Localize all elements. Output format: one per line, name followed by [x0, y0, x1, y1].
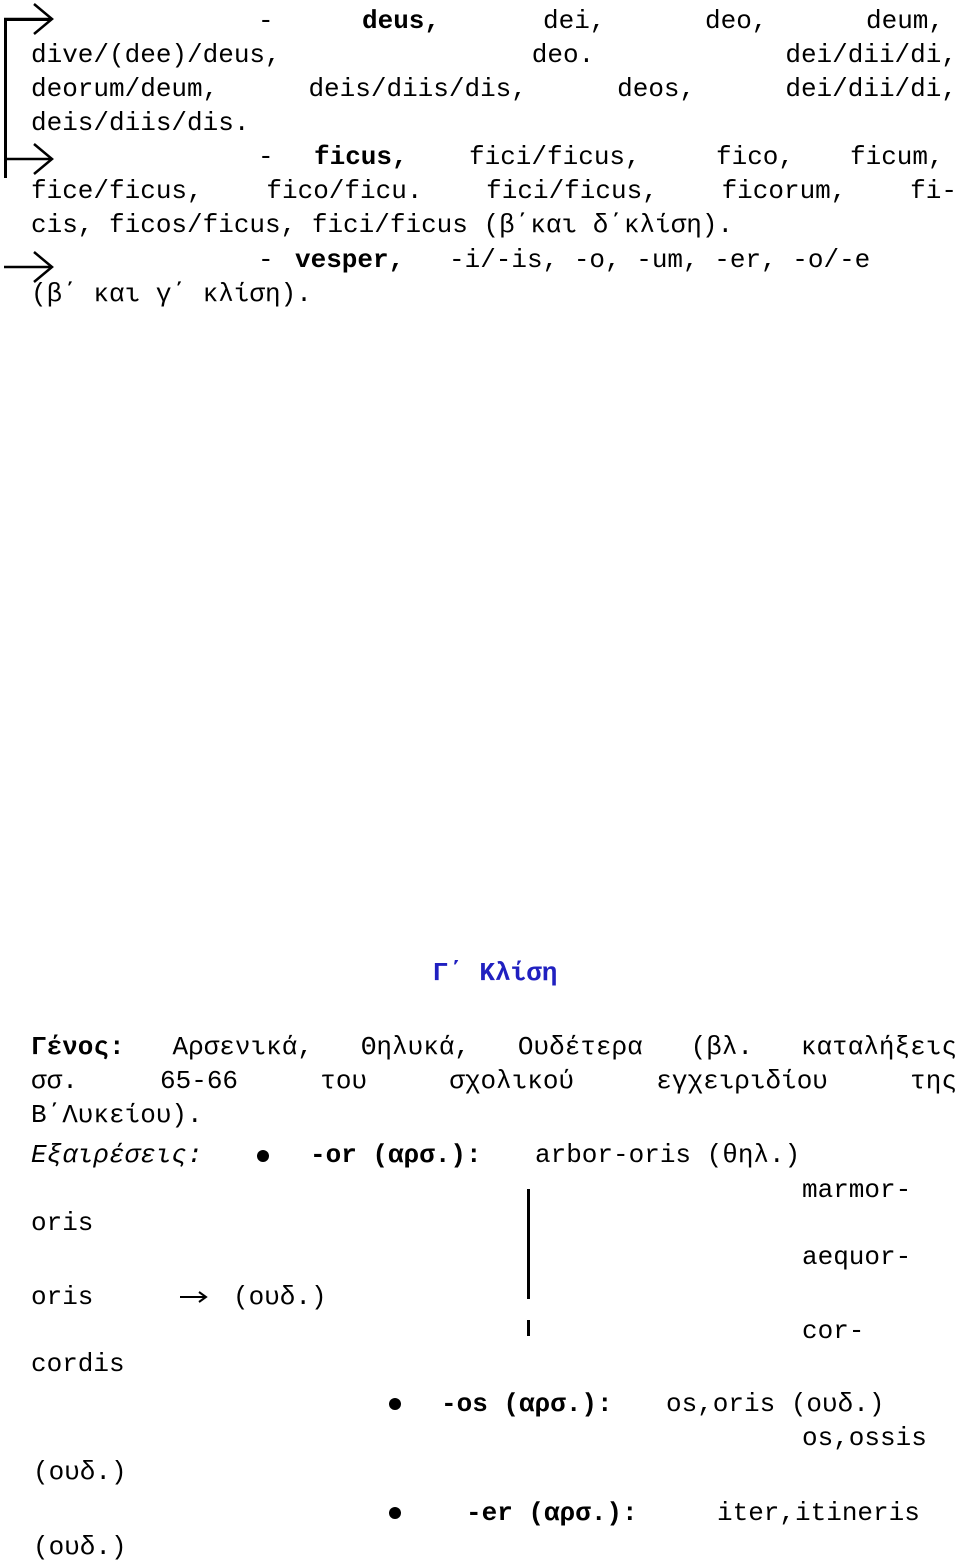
section-heading: Γ΄ Κλίση — [432, 958, 558, 988]
word-aequor: aequor- — [802, 1242, 912, 1272]
genos-line-2: σσ. 65-66 του σχολικού εγχειριδίου της — [31, 1064, 957, 1098]
headword-deus: deus, — [362, 6, 441, 36]
form: dive/(dee)/deus, — [31, 40, 281, 70]
headword-vesper: vesper, — [295, 245, 405, 275]
deus-line-4: deis/diis/dis. — [31, 108, 250, 138]
headword-ficus: ficus, — [314, 142, 408, 172]
text: του — [320, 1066, 368, 1096]
form: dei, — [543, 6, 606, 36]
word-cordis: cordis — [31, 1349, 125, 1379]
dash: - — [258, 6, 274, 36]
ficus-line-2: fice/ficus, fico/ficu. fici/ficus, ficor… — [31, 174, 957, 208]
word-oris: oris — [31, 1208, 94, 1238]
form: fici/ficus, — [486, 176, 658, 206]
arrow-right-icon — [180, 1291, 208, 1303]
dash: - — [258, 142, 274, 172]
neuter-label: (ουδ.) — [33, 1532, 127, 1562]
vertical-divider-line — [527, 1320, 530, 1336]
text: Θηλυκά, — [360, 1032, 471, 1062]
neuter-label: (ουδ.) — [33, 1457, 127, 1487]
example-arbor: arbor-oris (θηλ.) — [535, 1140, 801, 1170]
form: deo. — [531, 40, 595, 70]
form: fice/ficus, — [31, 176, 203, 206]
bullet-icon — [257, 1150, 269, 1162]
word-marmor: marmor- — [802, 1175, 912, 1205]
neuter-label: (ουδ.) — [233, 1282, 327, 1312]
genos-label: Γένος: — [31, 1032, 125, 1062]
text: σχολικού — [449, 1066, 575, 1096]
exceptions-label: Εξαιρέσεις: — [31, 1140, 203, 1170]
form: deorum/deum, — [31, 74, 219, 104]
text: καταλήξεις — [800, 1032, 957, 1062]
form: deum, — [866, 6, 945, 36]
ending-or: -or (αρσ.): — [310, 1140, 482, 1170]
form: dei/dii/di, — [785, 40, 957, 70]
form: deos, — [617, 74, 696, 104]
form: fico, — [716, 142, 795, 172]
vesper-forms: -i/-is, -o, -um, -er, -o/-e — [449, 245, 871, 275]
form: deis/diis/dis, — [308, 74, 527, 104]
vesper-line-2: (β΄ και γ΄ κλίση). — [31, 279, 312, 309]
ending-er: -er (αρσ.): — [466, 1498, 638, 1528]
bullet-icon — [389, 1507, 401, 1519]
text: σσ. — [31, 1066, 78, 1096]
form: fi- — [910, 176, 957, 206]
text: εγχειριδίου — [656, 1066, 828, 1096]
text: της — [910, 1066, 957, 1096]
text: Ουδέτερα — [517, 1032, 643, 1062]
ending-os: -os (αρσ.): — [441, 1389, 613, 1419]
text: Αρσενικά, — [172, 1032, 313, 1062]
form: dei/dii/di, — [785, 74, 957, 104]
word-cor: cor- — [802, 1316, 865, 1346]
bullet-icon — [389, 1398, 401, 1410]
deus-line-2: dive/(dee)/deus, deo. dei/dii/di, — [31, 38, 957, 72]
dash: - — [258, 245, 274, 275]
text: (βλ. — [690, 1032, 754, 1062]
word-oris: oris — [31, 1282, 94, 1312]
form: fico/ficu. — [266, 176, 423, 206]
example-iter: iter,itineris — [717, 1498, 920, 1528]
genos-line-3: Β΄Λυκείου). — [31, 1100, 203, 1130]
example-os-oris: os,oris (ουδ.) — [666, 1389, 885, 1419]
deus-line-3: deorum/deum, deis/diis/dis, deos, dei/di… — [31, 72, 957, 106]
vertical-divider-line — [527, 1189, 530, 1299]
form: ficum, — [850, 142, 944, 172]
form: fici/ficus, — [469, 142, 641, 172]
arrow-right-icon — [4, 3, 54, 35]
form: ficorum, — [721, 176, 847, 206]
ficus-line-3: cis, ficos/ficus, fici/ficus (β΄και δ΄κλ… — [31, 210, 734, 240]
example-os-ossis: os,ossis — [802, 1423, 927, 1453]
text: 65-66 — [160, 1066, 239, 1096]
genos-line-1: Γένος: Αρσενικά, Θηλυκά, Ουδέτερα (βλ. κ… — [31, 1030, 957, 1064]
form: deo, — [705, 6, 768, 36]
arrow-right-icon — [4, 143, 54, 175]
